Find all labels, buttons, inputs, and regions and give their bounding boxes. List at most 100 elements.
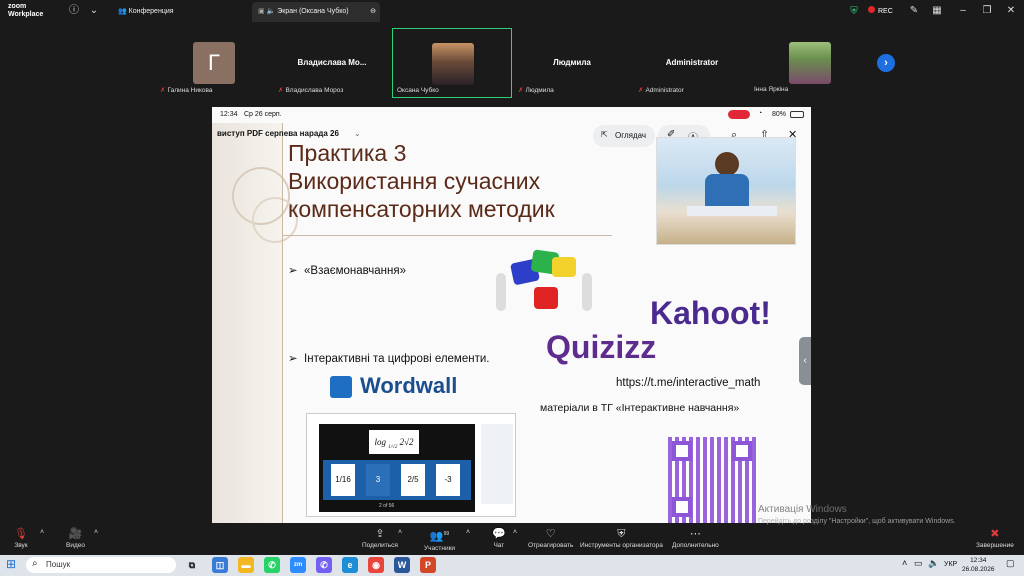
- chevron-up-icon[interactable]: ˄: [513, 529, 517, 536]
- participant-tile-active-speaker[interactable]: Оксана Чубко: [392, 28, 512, 98]
- ipad-status-bar: 12:34 Ср 26 серп. ◔ 80%: [212, 107, 811, 123]
- divider: [282, 123, 283, 523]
- chat-button[interactable]: 💬 Чат: [492, 527, 506, 549]
- search-box[interactable]: ⌕ Пошук: [26, 557, 176, 573]
- student-head: [715, 152, 739, 176]
- chevron-up-icon[interactable]: ˄: [398, 529, 402, 536]
- word-icon[interactable]: W: [394, 557, 410, 573]
- file-explorer-icon[interactable]: ▬: [238, 557, 254, 573]
- audio-button[interactable]: 🎙 Звук: [14, 527, 28, 549]
- chevron-up-icon[interactable]: ˄: [94, 529, 98, 536]
- bullet-item: ➢ «Взаємонавчання»: [288, 265, 406, 277]
- windows-start-icon[interactable]: ⊞: [6, 557, 16, 571]
- heart-icon: ♡: [545, 528, 556, 540]
- edge-icon[interactable]: e: [342, 557, 358, 573]
- avatar: Г: [193, 42, 235, 84]
- answer-card[interactable]: 1/16: [331, 464, 355, 496]
- windows-activation-hint: Перейдіть до розділу "Настройки", щоб ак…: [758, 518, 956, 525]
- participant-tile[interactable]: Administrator ✗ Administrator: [632, 28, 752, 98]
- puzzle-piece-red: [534, 287, 558, 309]
- record-dot-icon: [868, 6, 875, 13]
- participant-tile[interactable]: Людмила ✗ Людмила: [512, 28, 632, 98]
- windows-activation-watermark: Активація Windows: [758, 504, 847, 515]
- quizizz-logo: Quizizz: [546, 329, 657, 365]
- close-icon[interactable]: ✕: [1004, 4, 1018, 18]
- speaker-icon[interactable]: 🔈: [928, 558, 939, 569]
- info-icon[interactable]: ⓘ: [67, 4, 81, 18]
- viewer-button[interactable]: ⇱ Оглядач: [593, 125, 655, 147]
- language-indicator[interactable]: УКР: [944, 561, 957, 568]
- qr-code: [668, 437, 758, 523]
- wordwall-logo: Wordwall: [330, 373, 457, 399]
- host-tools-button[interactable]: ⛨ Инструменты организатора: [580, 527, 663, 549]
- participants-button[interactable]: 👥99 Участники: [424, 527, 455, 552]
- shield-icon[interactable]: ⛨: [847, 5, 861, 19]
- powerpoint-icon[interactable]: P: [420, 557, 436, 573]
- notifications-icon[interactable]: ▢: [1006, 558, 1015, 569]
- puzzle-illustration: [484, 231, 604, 341]
- bullet-item: ➢ Інтерактивні та цифрові елементи.: [288, 353, 490, 365]
- chat-icon: 💬: [492, 528, 506, 540]
- tab-conference[interactable]: 👥 Конференция: [112, 2, 180, 22]
- more-button[interactable]: ⋯ Дополнительно: [672, 527, 719, 549]
- tab-screen-share[interactable]: ▣ 🔈 Экран (Оксана Чубко) ⊖: [252, 2, 380, 22]
- task-view-icon[interactable]: ⧉: [184, 557, 200, 573]
- question-card: log 1/√2 2√2: [369, 430, 419, 454]
- answer-row: 1/16 3 2/5 -3: [323, 460, 471, 500]
- network-icon[interactable]: ▭: [914, 558, 923, 569]
- answer-card[interactable]: 2/5: [401, 464, 425, 496]
- video-button[interactable]: 🎥 Видео: [66, 527, 85, 549]
- slide-title: Практика 3 Використання сучасних компенс…: [288, 140, 555, 222]
- zoom-icon[interactable]: zm: [290, 557, 306, 573]
- desk: [687, 206, 777, 216]
- activity-sidebar: [481, 424, 513, 504]
- app-icon[interactable]: ◫: [212, 557, 228, 573]
- end-meeting-button[interactable]: ✖ Завершение: [976, 527, 1014, 549]
- viber-icon[interactable]: ✆: [316, 557, 332, 573]
- qr-finder: [672, 441, 692, 461]
- participant-tile[interactable]: Г ✗ Галина Никова: [154, 28, 274, 98]
- reactions-button[interactable]: ♡ Отреагировать: [528, 527, 573, 549]
- chrome-icon[interactable]: ◉: [368, 557, 384, 573]
- student-body: [705, 174, 749, 208]
- restore-icon[interactable]: ❐: [980, 4, 994, 18]
- pager: 2 of 56: [379, 503, 395, 509]
- document-title[interactable]: виступ PDF серпева нарада 26: [217, 129, 339, 138]
- wordwall-icon: [330, 376, 352, 398]
- sidebar-toggle-handle[interactable]: ‹: [799, 337, 811, 385]
- chevron-up-icon[interactable]: ˄: [40, 529, 44, 536]
- close-circle-icon: ✖: [990, 528, 1000, 540]
- search-icon: ⌕: [32, 558, 38, 569]
- more-icon[interactable]: ⊖: [370, 2, 376, 22]
- telegram-link[interactable]: https://t.me/interactive_math: [616, 377, 760, 389]
- participant-tile[interactable]: Інна Яркіна: [750, 28, 870, 98]
- clock[interactable]: 12:34 26.08.2026: [962, 556, 995, 574]
- meeting-controls-bar: 🎙 Звук ˄ 🎥 Видео ˄ ⇪ Поделиться ˄ 👥99 Уч…: [0, 525, 1024, 555]
- arrow-bullet-icon: ➢: [288, 353, 298, 365]
- mic-muted-icon: ✗: [278, 87, 284, 94]
- shield-icon: ⛨: [617, 528, 626, 540]
- participant-tile[interactable]: Владислава Мо... ✗ Владислава Мороз: [272, 28, 392, 98]
- telegram-note: матеріали в ТГ «Інтерактивне навчання»: [540, 402, 740, 414]
- wordwall-activity-screenshot: log 1/√2 2√2 1/16 3 2/5 -3 2 of 56: [306, 413, 516, 517]
- mic-muted-icon: ✗: [518, 87, 524, 94]
- chevron-down-icon[interactable]: ⌄: [354, 129, 361, 138]
- whatsapp-icon[interactable]: ✆: [264, 557, 280, 573]
- avatar: [432, 43, 474, 85]
- share-screen-button[interactable]: ⇪ Поделиться: [362, 527, 398, 549]
- zoom-logo: zoom Workplace: [8, 3, 44, 18]
- pin-icon[interactable]: ✎: [907, 4, 921, 18]
- people-icon: 👥: [118, 8, 127, 15]
- avatar: [789, 42, 831, 84]
- answer-card[interactable]: -3: [436, 464, 460, 496]
- mic-muted-icon: ✗: [160, 87, 166, 94]
- chevron-down-icon[interactable]: ⌄: [87, 4, 101, 18]
- minimize-icon[interactable]: –: [956, 4, 970, 18]
- chevron-up-icon[interactable]: ˄: [466, 529, 470, 536]
- next-page-button[interactable]: ›: [877, 54, 895, 72]
- grid-view-icon[interactable]: ▦: [930, 4, 944, 18]
- recording-indicator[interactable]: REC: [868, 6, 893, 15]
- chevron-up-icon[interactable]: ˄: [902, 558, 907, 568]
- share-icon: ⇪: [375, 528, 385, 540]
- answer-card[interactable]: 3: [366, 464, 390, 496]
